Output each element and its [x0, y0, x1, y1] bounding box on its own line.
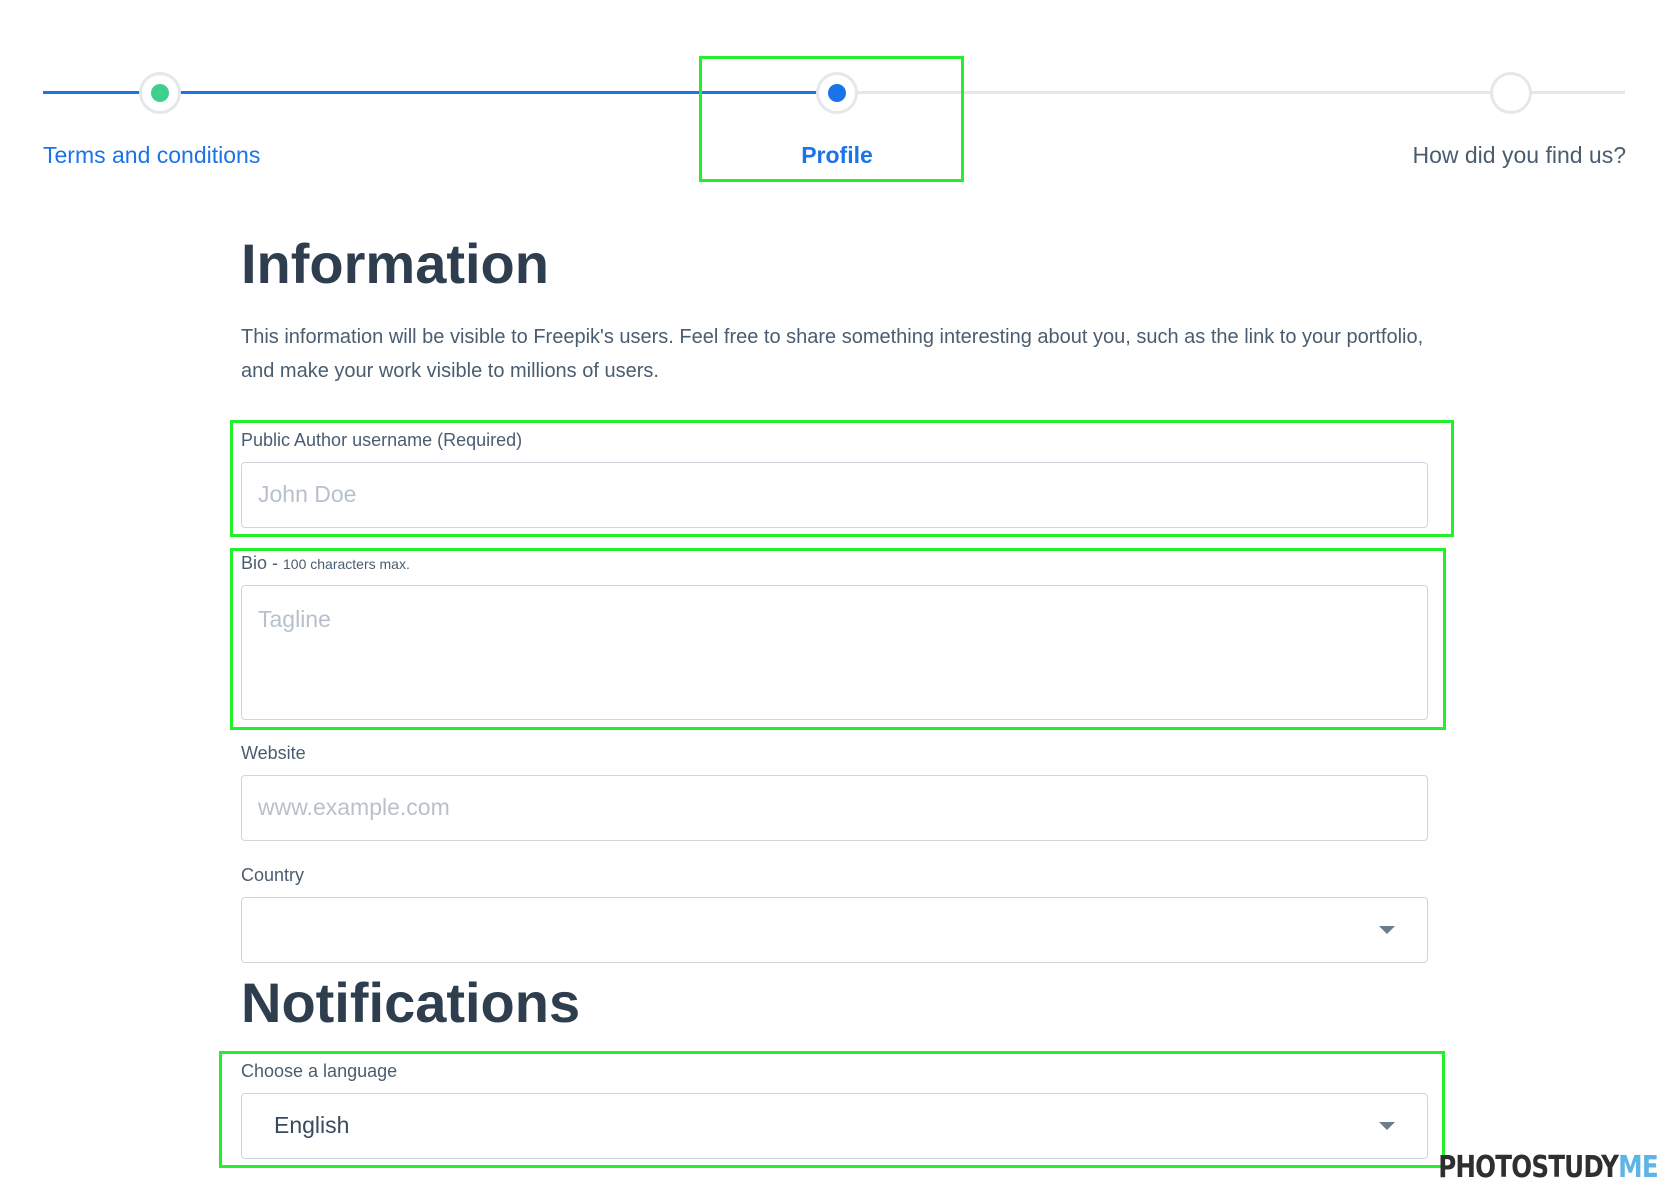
- website-field-group: Website: [241, 741, 1428, 841]
- step-terms-indicator[interactable]: [139, 72, 181, 114]
- bio-field-group: Bio - 100 characters max.: [241, 551, 1428, 720]
- completed-dot-icon: [151, 84, 169, 102]
- information-section: Information This information will be vis…: [241, 236, 1427, 388]
- step-terms-label[interactable]: Terms and conditions: [43, 142, 260, 169]
- language-field-group: Choose a language English: [241, 1059, 1428, 1159]
- step-profile-indicator[interactable]: [816, 72, 858, 114]
- username-field-group: Public Author username (Required): [241, 428, 1428, 528]
- website-label: Website: [241, 743, 306, 763]
- watermark-part-2: ME: [1618, 1150, 1658, 1185]
- information-description: This information will be visible to Free…: [241, 326, 1424, 382]
- chevron-down-icon[interactable]: [1379, 1122, 1395, 1130]
- step-profile-label[interactable]: Profile: [762, 142, 912, 169]
- watermark-part-1: PHOTOSTUDY: [1438, 1150, 1619, 1185]
- bio-hint: 100 characters max.: [283, 556, 410, 572]
- progress-stepper: Terms and conditions Profile How did you…: [0, 0, 1679, 200]
- current-dot-icon: [828, 84, 846, 102]
- notifications-title: Notifications: [241, 971, 581, 1034]
- bio-label-row: Bio - 100 characters max.: [241, 551, 1428, 575]
- step-find-us-label[interactable]: How did you find us?: [1412, 142, 1626, 169]
- language-select[interactable]: English: [241, 1093, 1428, 1159]
- language-label: Choose a language: [241, 1061, 398, 1081]
- bio-input-box[interactable]: [241, 585, 1428, 720]
- username-input[interactable]: [242, 463, 1427, 526]
- country-field-group: Country: [241, 863, 1428, 963]
- website-input-box[interactable]: [241, 775, 1428, 841]
- bio-label: Bio -: [241, 553, 284, 573]
- country-select[interactable]: [241, 897, 1428, 963]
- step-find-us-indicator[interactable]: [1490, 72, 1532, 114]
- username-input-box[interactable]: [241, 462, 1428, 528]
- country-label: Country: [241, 865, 305, 885]
- chevron-down-icon[interactable]: [1379, 926, 1395, 934]
- website-input[interactable]: [242, 776, 1427, 839]
- bio-textarea[interactable]: [242, 586, 1427, 718]
- username-label: Public Author username (Required): [241, 430, 523, 450]
- photostudyme-watermark-logo: PHOTOSTUDYME: [1438, 1150, 1658, 1185]
- language-selected-value: English: [274, 1112, 350, 1138]
- information-title: Information: [241, 232, 549, 295]
